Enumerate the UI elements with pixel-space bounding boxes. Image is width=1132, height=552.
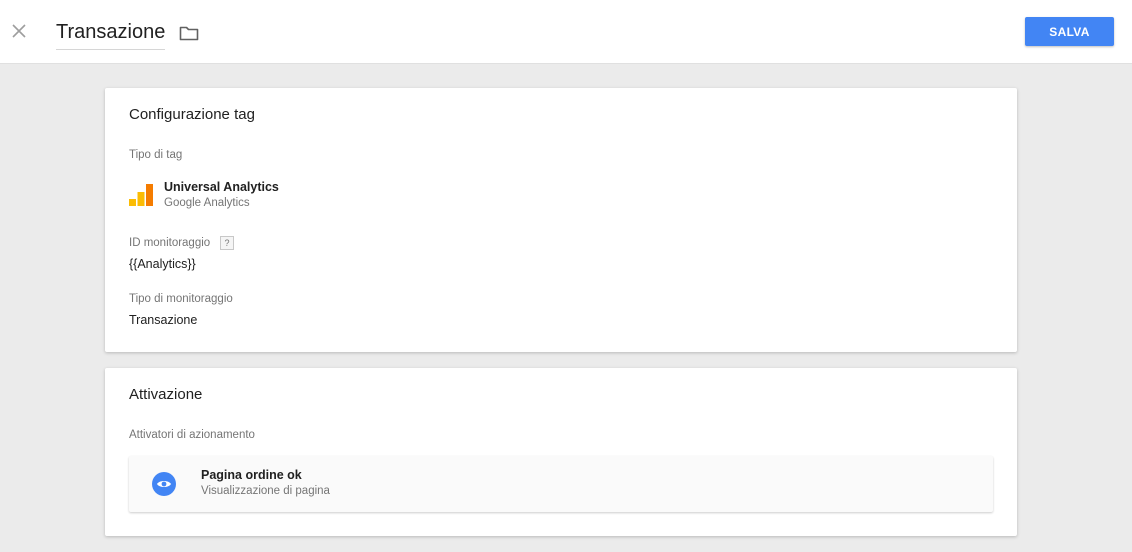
card-title: Attivazione (129, 386, 203, 403)
tracking-id-label: ID monitoraggio (129, 237, 211, 249)
tracking-type-label: Tipo di monitoraggio (129, 293, 233, 305)
google-analytics-icon (129, 184, 153, 208)
card-title: Configurazione tag (129, 106, 255, 123)
trigger-name: Pagina ordine ok (201, 468, 302, 482)
tag-type-label: Tipo di tag (129, 149, 183, 161)
firing-triggers-label: Attivatori di azionamento (129, 429, 255, 441)
folder-icon[interactable] (178, 22, 200, 44)
tag-type-name: Universal Analytics (164, 180, 279, 194)
tracking-type-value: Transazione (129, 313, 198, 327)
trigger-item[interactable]: Pagina ordine ok Visualizzazione di pagi… (129, 456, 993, 512)
triggering-card[interactable]: Attivazione Attivatori di azionamento Pa… (105, 368, 1017, 536)
eye-icon (152, 472, 176, 496)
save-button[interactable]: SALVA (1025, 17, 1114, 46)
tag-type-vendor: Google Analytics (164, 197, 250, 209)
tag-name-field[interactable]: Transazione (56, 19, 166, 50)
page-title[interactable]: Transazione (56, 21, 165, 43)
top-bar: Transazione SALVA (0, 0, 1132, 64)
trigger-type: Visualizzazione di pagina (201, 485, 330, 497)
tag-configuration-card[interactable]: Configurazione tag Tipo di tag Universal… (105, 88, 1017, 352)
close-icon[interactable] (8, 20, 30, 42)
help-icon[interactable]: ? (220, 236, 234, 250)
tracking-id-value: {{Analytics}} (129, 257, 196, 271)
